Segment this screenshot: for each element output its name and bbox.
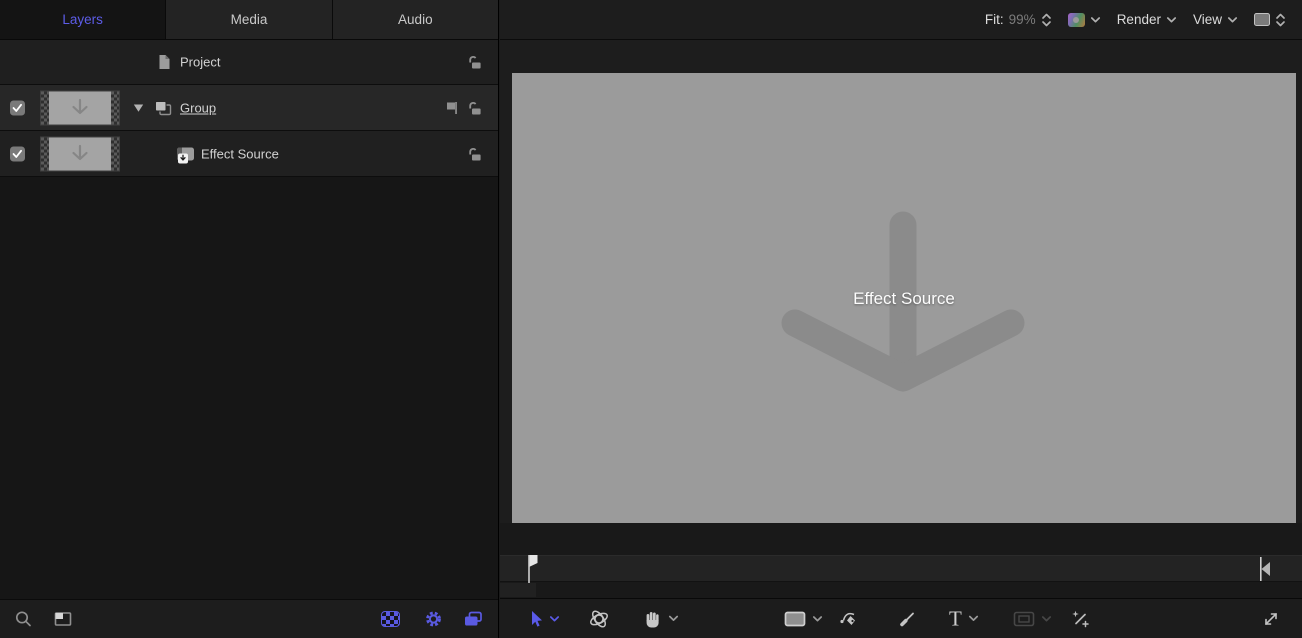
hand-icon bbox=[643, 609, 662, 628]
tab-media[interactable]: Media bbox=[166, 0, 332, 39]
pan-tool[interactable] bbox=[643, 609, 679, 628]
check-icon bbox=[12, 149, 23, 158]
mask-tool-disabled bbox=[1013, 611, 1052, 627]
select-arrow-icon bbox=[527, 610, 543, 628]
layer-row-project[interactable]: Project bbox=[0, 40, 498, 85]
project-label[interactable]: Project bbox=[180, 55, 220, 70]
color-channels-icon bbox=[1068, 13, 1085, 27]
effect-source-activation-checkbox[interactable] bbox=[10, 146, 25, 161]
text-tool-glyph: T bbox=[949, 608, 962, 629]
layer-row-effect-source[interactable]: Effect Source bbox=[0, 131, 498, 177]
orbit-icon bbox=[588, 609, 610, 628]
render-label: Render bbox=[1117, 12, 1161, 27]
effect-source-label[interactable]: Effect Source bbox=[201, 146, 279, 161]
unlock-icon[interactable] bbox=[467, 146, 482, 161]
viewer-toolbar: Fit: 99% Render View bbox=[500, 0, 1302, 40]
view-label: View bbox=[1193, 12, 1222, 27]
gear-icon[interactable] bbox=[424, 610, 443, 629]
tab-layers[interactable]: Layers bbox=[0, 0, 166, 39]
channels-control[interactable] bbox=[1068, 13, 1101, 27]
motion-window: Layers Media Audio Project bbox=[0, 0, 1302, 638]
paint-stroke-tool[interactable] bbox=[899, 610, 916, 627]
unlock-icon[interactable] bbox=[467, 100, 482, 115]
unlock-icon[interactable] bbox=[467, 55, 482, 70]
adjust-item-tool[interactable] bbox=[1071, 609, 1090, 628]
layout-preview-icon[interactable] bbox=[54, 611, 73, 628]
chevron-down-icon[interactable] bbox=[968, 615, 979, 623]
canvas[interactable]: Effect Source bbox=[512, 73, 1296, 523]
search-icon[interactable] bbox=[14, 610, 33, 629]
chevron-down-icon[interactable] bbox=[812, 615, 823, 623]
effect-source-thumbnail[interactable] bbox=[40, 136, 120, 171]
rectangle-icon bbox=[784, 611, 806, 627]
group-activation-checkbox[interactable] bbox=[10, 100, 25, 115]
chevron-down-icon bbox=[1227, 16, 1238, 24]
display-control[interactable] bbox=[1254, 12, 1286, 28]
wand-sparkle-icon bbox=[1071, 609, 1090, 628]
chevron-down-icon bbox=[1166, 16, 1177, 24]
down-arrow-thumb-icon bbox=[67, 97, 93, 119]
stepper-icon[interactable] bbox=[1041, 12, 1052, 28]
view-menu[interactable]: View bbox=[1193, 12, 1238, 27]
layers-panel: Layers Media Audio Project bbox=[0, 0, 499, 638]
brush-icon bbox=[899, 610, 916, 627]
drop-zone-icon bbox=[177, 147, 194, 160]
group-thumbnail[interactable] bbox=[40, 90, 120, 125]
check-icon bbox=[12, 103, 23, 112]
render-menu[interactable]: Render bbox=[1117, 12, 1177, 27]
flag-icon[interactable] bbox=[445, 100, 460, 115]
down-arrow-thumb-icon bbox=[67, 143, 93, 165]
chevron-down-icon[interactable] bbox=[668, 615, 679, 623]
chevron-down-icon[interactable] bbox=[549, 615, 560, 623]
expand-timing-button[interactable] bbox=[1262, 610, 1280, 628]
document-icon bbox=[157, 54, 171, 70]
drop-zone-badge-icon bbox=[178, 153, 188, 163]
bezier-tool[interactable] bbox=[839, 609, 858, 628]
layers-panel-footer bbox=[0, 599, 498, 638]
zoom-control[interactable]: Fit: 99% bbox=[985, 12, 1052, 28]
text-tool[interactable]: T bbox=[949, 608, 979, 629]
expand-diagonal-icon bbox=[1262, 610, 1280, 628]
mini-timeline[interactable] bbox=[500, 523, 1302, 598]
shape-tool[interactable] bbox=[784, 611, 823, 627]
select-transform-tool[interactable] bbox=[527, 610, 560, 628]
chevron-down-icon bbox=[1041, 615, 1052, 623]
group-icon bbox=[154, 100, 172, 116]
fit-label: Fit: bbox=[985, 12, 1004, 27]
timeline-scrubber[interactable] bbox=[500, 555, 1302, 582]
zoom-value: 99% bbox=[1009, 12, 1036, 27]
tab-audio[interactable]: Audio bbox=[333, 0, 498, 39]
effect-source-canvas-label: Effect Source bbox=[512, 289, 1296, 309]
playhead-marker[interactable] bbox=[526, 554, 540, 589]
disclosure-triangle-icon[interactable] bbox=[133, 103, 144, 112]
checkerboard-icon[interactable] bbox=[382, 612, 399, 626]
canvas-viewer: Fit: 99% Render View bbox=[500, 0, 1302, 638]
display-swatch-icon bbox=[1254, 13, 1270, 26]
canvas-toolbar: T bbox=[500, 598, 1302, 638]
mask-rectangle-icon bbox=[1013, 611, 1035, 627]
layers-stack-icon[interactable] bbox=[464, 611, 483, 627]
layer-row-group[interactable]: Group bbox=[0, 85, 498, 131]
stepper-icon bbox=[1275, 12, 1286, 28]
chevron-down-icon bbox=[1090, 16, 1101, 24]
end-range-marker[interactable] bbox=[1258, 557, 1272, 586]
pen-icon bbox=[839, 609, 858, 628]
3d-transform-tool[interactable] bbox=[588, 609, 610, 628]
panel-tabs: Layers Media Audio bbox=[0, 0, 498, 40]
group-label[interactable]: Group bbox=[180, 100, 216, 115]
